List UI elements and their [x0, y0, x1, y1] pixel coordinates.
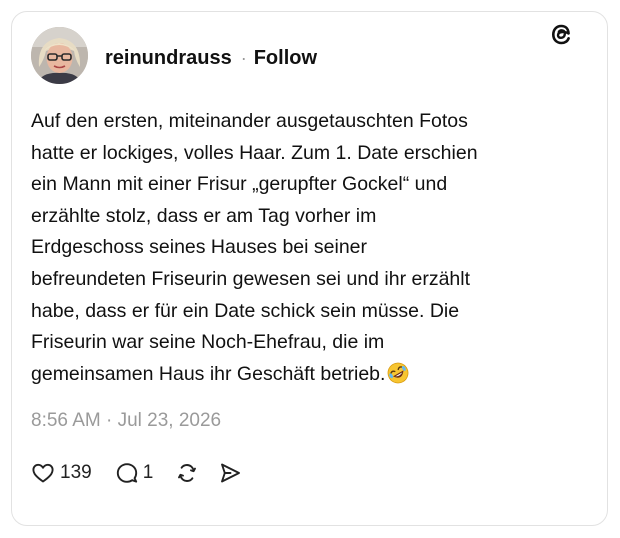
- comment-bubble-icon: [115, 461, 139, 485]
- action-bar: 139 1: [31, 458, 243, 488]
- separator-dot: ·: [240, 47, 247, 68]
- like-button[interactable]: 139: [31, 461, 92, 485]
- share-button[interactable]: [217, 460, 243, 486]
- post-body: Auf den ersten, miteinander ausgetauscht…: [31, 106, 561, 390]
- username[interactable]: reinundrauss: [105, 47, 232, 70]
- threads-logo-icon[interactable]: [547, 20, 575, 48]
- reply-button[interactable]: 1: [115, 461, 154, 485]
- avatar[interactable]: [31, 27, 88, 84]
- post-header: reinundrauss · Follow: [105, 44, 317, 72]
- heart-icon: [31, 461, 55, 485]
- post-timestamp: 8:56 AM · Jul 23, 2026: [31, 410, 222, 431]
- follow-button[interactable]: Follow: [254, 47, 317, 70]
- post-text: Auf den ersten, miteinander ausgetauscht…: [31, 110, 478, 385]
- send-icon: [217, 460, 243, 486]
- rolling-on-floor-laughing-emoji-icon: [387, 362, 409, 384]
- reply-count: 1: [142, 462, 154, 483]
- like-count: 139: [60, 462, 92, 483]
- repost-button[interactable]: [174, 460, 200, 486]
- repost-icon: [174, 460, 200, 486]
